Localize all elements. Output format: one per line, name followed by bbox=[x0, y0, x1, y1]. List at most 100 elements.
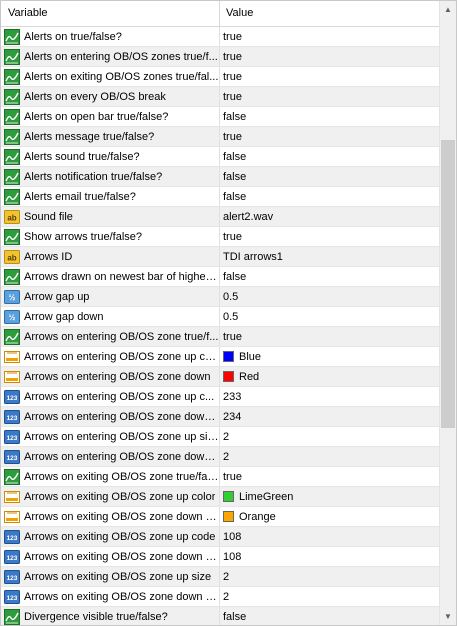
value-cell[interactable]: Orange bbox=[220, 507, 439, 526]
table-row[interactable]: Arrows on entering OB/OS zone down Red bbox=[1, 367, 439, 387]
value-cell[interactable]: 108 bbox=[220, 527, 439, 546]
table-row[interactable]: Show arrows true/false? true bbox=[1, 227, 439, 247]
value-text[interactable]: 233 bbox=[223, 391, 241, 403]
value-text[interactable]: true bbox=[223, 31, 242, 43]
value-cell[interactable]: true bbox=[220, 327, 439, 346]
value-text[interactable]: TDI arrows1 bbox=[223, 251, 283, 263]
value-cell[interactable]: 2 bbox=[220, 587, 439, 606]
value-text[interactable]: false bbox=[223, 271, 246, 283]
value-text[interactable]: 108 bbox=[223, 531, 241, 543]
scroll-up-arrow-icon[interactable]: ▲ bbox=[440, 1, 456, 18]
value-text[interactable]: true bbox=[223, 131, 242, 143]
table-row[interactable]: Arrows drawn on newest bar of higher t..… bbox=[1, 267, 439, 287]
value-text[interactable]: 2 bbox=[223, 571, 229, 583]
value-text[interactable]: true bbox=[223, 91, 242, 103]
value-cell[interactable]: false bbox=[220, 107, 439, 126]
value-cell[interactable]: false bbox=[220, 147, 439, 166]
value-text[interactable]: false bbox=[223, 111, 246, 123]
value-text[interactable]: 234 bbox=[223, 411, 241, 423]
table-row[interactable]: 123 Arrows on exiting OB/OS zone down s..… bbox=[1, 587, 439, 607]
value-cell[interactable]: true bbox=[220, 467, 439, 486]
value-text[interactable]: 0.5 bbox=[223, 311, 238, 323]
value-text[interactable]: true bbox=[223, 331, 242, 343]
value-cell[interactable]: LimeGreen bbox=[220, 487, 439, 506]
value-text[interactable]: true bbox=[223, 51, 242, 63]
value-text[interactable]: 2 bbox=[223, 591, 229, 603]
value-text[interactable]: LimeGreen bbox=[239, 491, 293, 503]
value-text[interactable]: false bbox=[223, 171, 246, 183]
table-row[interactable]: ab Arrows ID TDI arrows1 bbox=[1, 247, 439, 267]
table-row[interactable]: Alerts notification true/false? false bbox=[1, 167, 439, 187]
table-row[interactable]: ½ Arrow gap down 0.5 bbox=[1, 307, 439, 327]
value-cell[interactable]: false bbox=[220, 267, 439, 286]
value-text[interactable]: alert2.wav bbox=[223, 211, 273, 223]
table-row[interactable]: Alerts on exiting OB/OS zones true/fal..… bbox=[1, 67, 439, 87]
vertical-scrollbar[interactable]: ▲ ▼ bbox=[439, 1, 456, 625]
table-row[interactable]: Alerts sound true/false? false bbox=[1, 147, 439, 167]
table-row[interactable]: 123 Arrows on exiting OB/OS zone up code 1… bbox=[1, 527, 439, 547]
value-cell[interactable]: 2 bbox=[220, 427, 439, 446]
value-text[interactable]: Orange bbox=[239, 511, 276, 523]
value-cell[interactable]: Red bbox=[220, 367, 439, 386]
value-text[interactable]: 0.5 bbox=[223, 291, 238, 303]
value-cell[interactable]: 0.5 bbox=[220, 307, 439, 326]
table-row[interactable]: Alerts on true/false? true bbox=[1, 27, 439, 47]
value-text[interactable]: Blue bbox=[239, 351, 261, 363]
value-cell[interactable]: true bbox=[220, 47, 439, 66]
value-cell[interactable]: true bbox=[220, 87, 439, 106]
value-text[interactable]: false bbox=[223, 191, 246, 203]
table-row[interactable]: Divergence visible true/false? false bbox=[1, 607, 439, 625]
color-swatch[interactable] bbox=[223, 491, 234, 502]
table-row[interactable]: Alerts message true/false? true bbox=[1, 127, 439, 147]
table-row[interactable]: 123 Arrows on exiting OB/OS zone down c..… bbox=[1, 547, 439, 567]
value-text[interactable]: false bbox=[223, 151, 246, 163]
table-row[interactable]: Alerts on every OB/OS break true bbox=[1, 87, 439, 107]
table-row[interactable]: Arrows on entering OB/OS zone true/f... t… bbox=[1, 327, 439, 347]
value-text[interactable]: true bbox=[223, 231, 242, 243]
value-cell[interactable]: 233 bbox=[220, 387, 439, 406]
value-text[interactable]: false bbox=[223, 611, 246, 623]
table-row[interactable]: 123 Arrows on entering OB/OS zone up c...… bbox=[1, 387, 439, 407]
table-row[interactable]: 123 Arrows on entering OB/OS zone down ..… bbox=[1, 447, 439, 467]
value-text[interactable]: 108 bbox=[223, 551, 241, 563]
value-cell[interactable]: true bbox=[220, 67, 439, 86]
value-cell[interactable]: TDI arrows1 bbox=[220, 247, 439, 266]
value-text[interactable]: 2 bbox=[223, 431, 229, 443]
table-row[interactable]: 123 Arrows on entering OB/OS zone up size… bbox=[1, 427, 439, 447]
value-cell[interactable]: 2 bbox=[220, 567, 439, 586]
value-cell[interactable]: false bbox=[220, 607, 439, 625]
value-cell[interactable]: true bbox=[220, 127, 439, 146]
column-header-variable[interactable]: Variable bbox=[1, 1, 220, 26]
value-text[interactable]: true bbox=[223, 71, 242, 83]
table-row[interactable]: Arrows on exiting OB/OS zone down c... Or… bbox=[1, 507, 439, 527]
value-text[interactable]: 2 bbox=[223, 451, 229, 463]
table-row[interactable]: Alerts on entering OB/OS zones true/f...… bbox=[1, 47, 439, 67]
value-cell[interactable]: true bbox=[220, 27, 439, 46]
scroll-down-arrow-icon[interactable]: ▼ bbox=[440, 608, 456, 625]
table-row[interactable]: Arrows on exiting OB/OS zone true/fal...… bbox=[1, 467, 439, 487]
value-cell[interactable]: true bbox=[220, 227, 439, 246]
table-row[interactable]: ab Sound file alert2.wav bbox=[1, 207, 439, 227]
table-row[interactable]: ½ Arrow gap up 0.5 bbox=[1, 287, 439, 307]
table-row[interactable]: Alerts email true/false? false bbox=[1, 187, 439, 207]
value-cell[interactable]: 0.5 bbox=[220, 287, 439, 306]
value-cell[interactable]: 234 bbox=[220, 407, 439, 426]
color-swatch[interactable] bbox=[223, 511, 234, 522]
value-cell[interactable]: 2 bbox=[220, 447, 439, 466]
table-row[interactable]: Alerts on open bar true/false? false bbox=[1, 107, 439, 127]
color-swatch[interactable] bbox=[223, 351, 234, 362]
value-cell[interactable]: 108 bbox=[220, 547, 439, 566]
value-cell[interactable]: Blue bbox=[220, 347, 439, 366]
value-cell[interactable]: false bbox=[220, 187, 439, 206]
scrollbar-thumb[interactable] bbox=[441, 140, 455, 428]
table-row[interactable]: 123 Arrows on entering OB/OS zone down ..… bbox=[1, 407, 439, 427]
value-cell[interactable]: false bbox=[220, 167, 439, 186]
value-text[interactable]: Red bbox=[239, 371, 259, 383]
table-row[interactable]: Arrows on exiting OB/OS zone up color Lim… bbox=[1, 487, 439, 507]
value-text[interactable]: true bbox=[223, 471, 242, 483]
table-row[interactable]: Arrows on entering OB/OS zone up color Bl… bbox=[1, 347, 439, 367]
table-row[interactable]: 123 Arrows on exiting OB/OS zone up size 2 bbox=[1, 567, 439, 587]
value-cell[interactable]: alert2.wav bbox=[220, 207, 439, 226]
column-header-value[interactable]: Value bbox=[220, 1, 439, 26]
color-swatch[interactable] bbox=[223, 371, 234, 382]
